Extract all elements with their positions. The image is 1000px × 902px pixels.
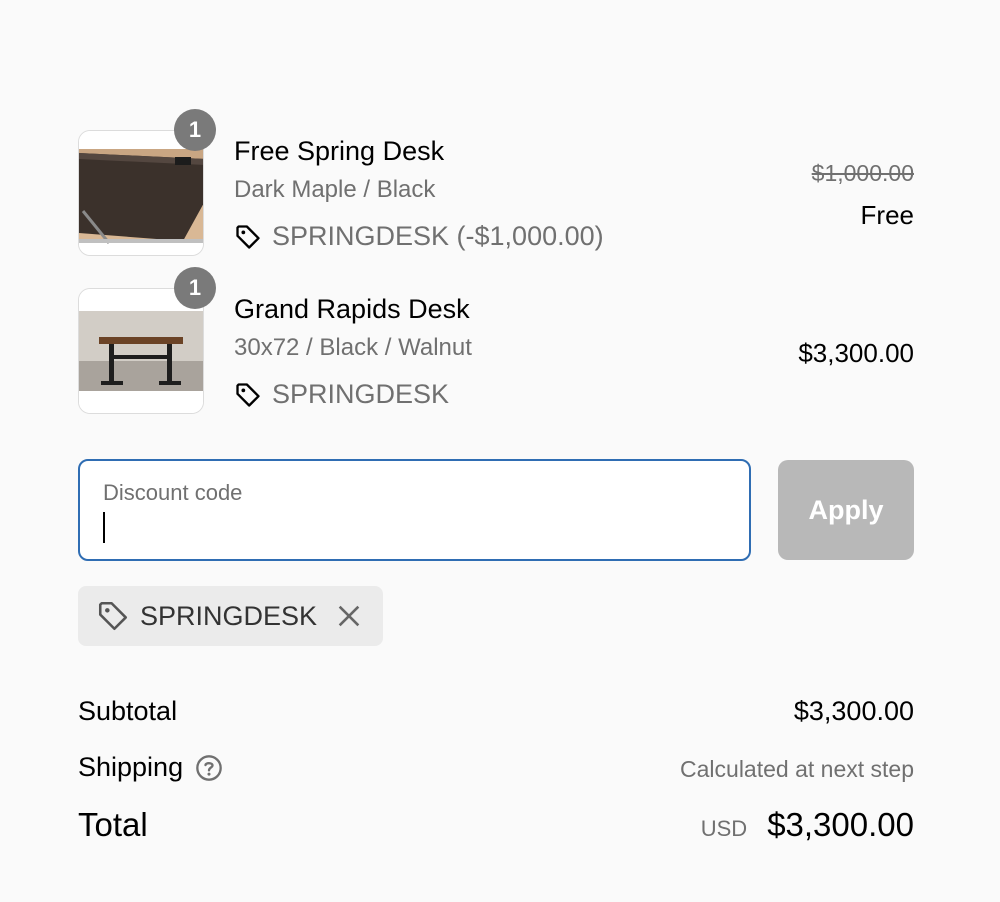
item-discount: SPRINGDESK: [234, 379, 449, 410]
item-price: $3,300.00: [798, 338, 914, 368]
line-item: 1 Grand Rapids Desk 30x72 / Black / Waln…: [78, 267, 914, 416]
item-discount-label: SPRINGDESK: [272, 379, 450, 409]
help-question-icon[interactable]: [195, 754, 223, 782]
remove-discount-close-icon[interactable]: [335, 602, 363, 630]
total-value: $3,300.00: [767, 806, 914, 843]
item-discount-label: SPRINGDESK (-$1,000.00): [272, 221, 604, 251]
product-name: Free Spring Desk: [234, 136, 445, 166]
total-label: Total: [78, 806, 148, 843]
tag-icon: [236, 382, 260, 407]
applied-discount-chip: SPRINGDESK: [78, 586, 383, 646]
shipping-label: Shipping: [78, 752, 184, 782]
apply-button[interactable]: Apply: [778, 460, 914, 560]
product-variant: Dark Maple / Black: [234, 176, 436, 203]
product-name: Grand Rapids Desk: [234, 294, 470, 324]
shipping-value: Calculated at next step: [680, 756, 914, 782]
shipping-row: Shipping: [78, 752, 223, 783]
tag-icon: [98, 601, 128, 631]
total-amount: USD $3,300.00: [701, 806, 914, 844]
currency-code: USD: [700, 816, 748, 841]
product-variant: 30x72 / Black / Walnut: [234, 334, 472, 361]
subtotal-label: Subtotal: [78, 696, 178, 726]
quantity-badge: 1: [174, 267, 216, 309]
quantity-badge: 1: [174, 109, 216, 151]
desk-photo-icon: [79, 131, 203, 255]
item-discount: SPRINGDESK (-$1,000.00): [234, 221, 604, 252]
desk-photo-icon: [79, 289, 203, 413]
tag-icon: [236, 224, 260, 249]
subtotal-value: $3,300.00: [793, 696, 914, 726]
item-price: Free: [860, 200, 914, 230]
original-price: $1,000.00: [811, 160, 914, 186]
discount-code-placeholder: Discount code: [103, 480, 243, 505]
discount-code-field[interactable]: Discount code: [78, 459, 751, 561]
line-item: 1 Free Spring Desk Dark Maple / Black SP…: [78, 109, 914, 258]
text-cursor: [103, 512, 105, 543]
applied-discount-label: SPRINGDESK: [140, 600, 318, 631]
